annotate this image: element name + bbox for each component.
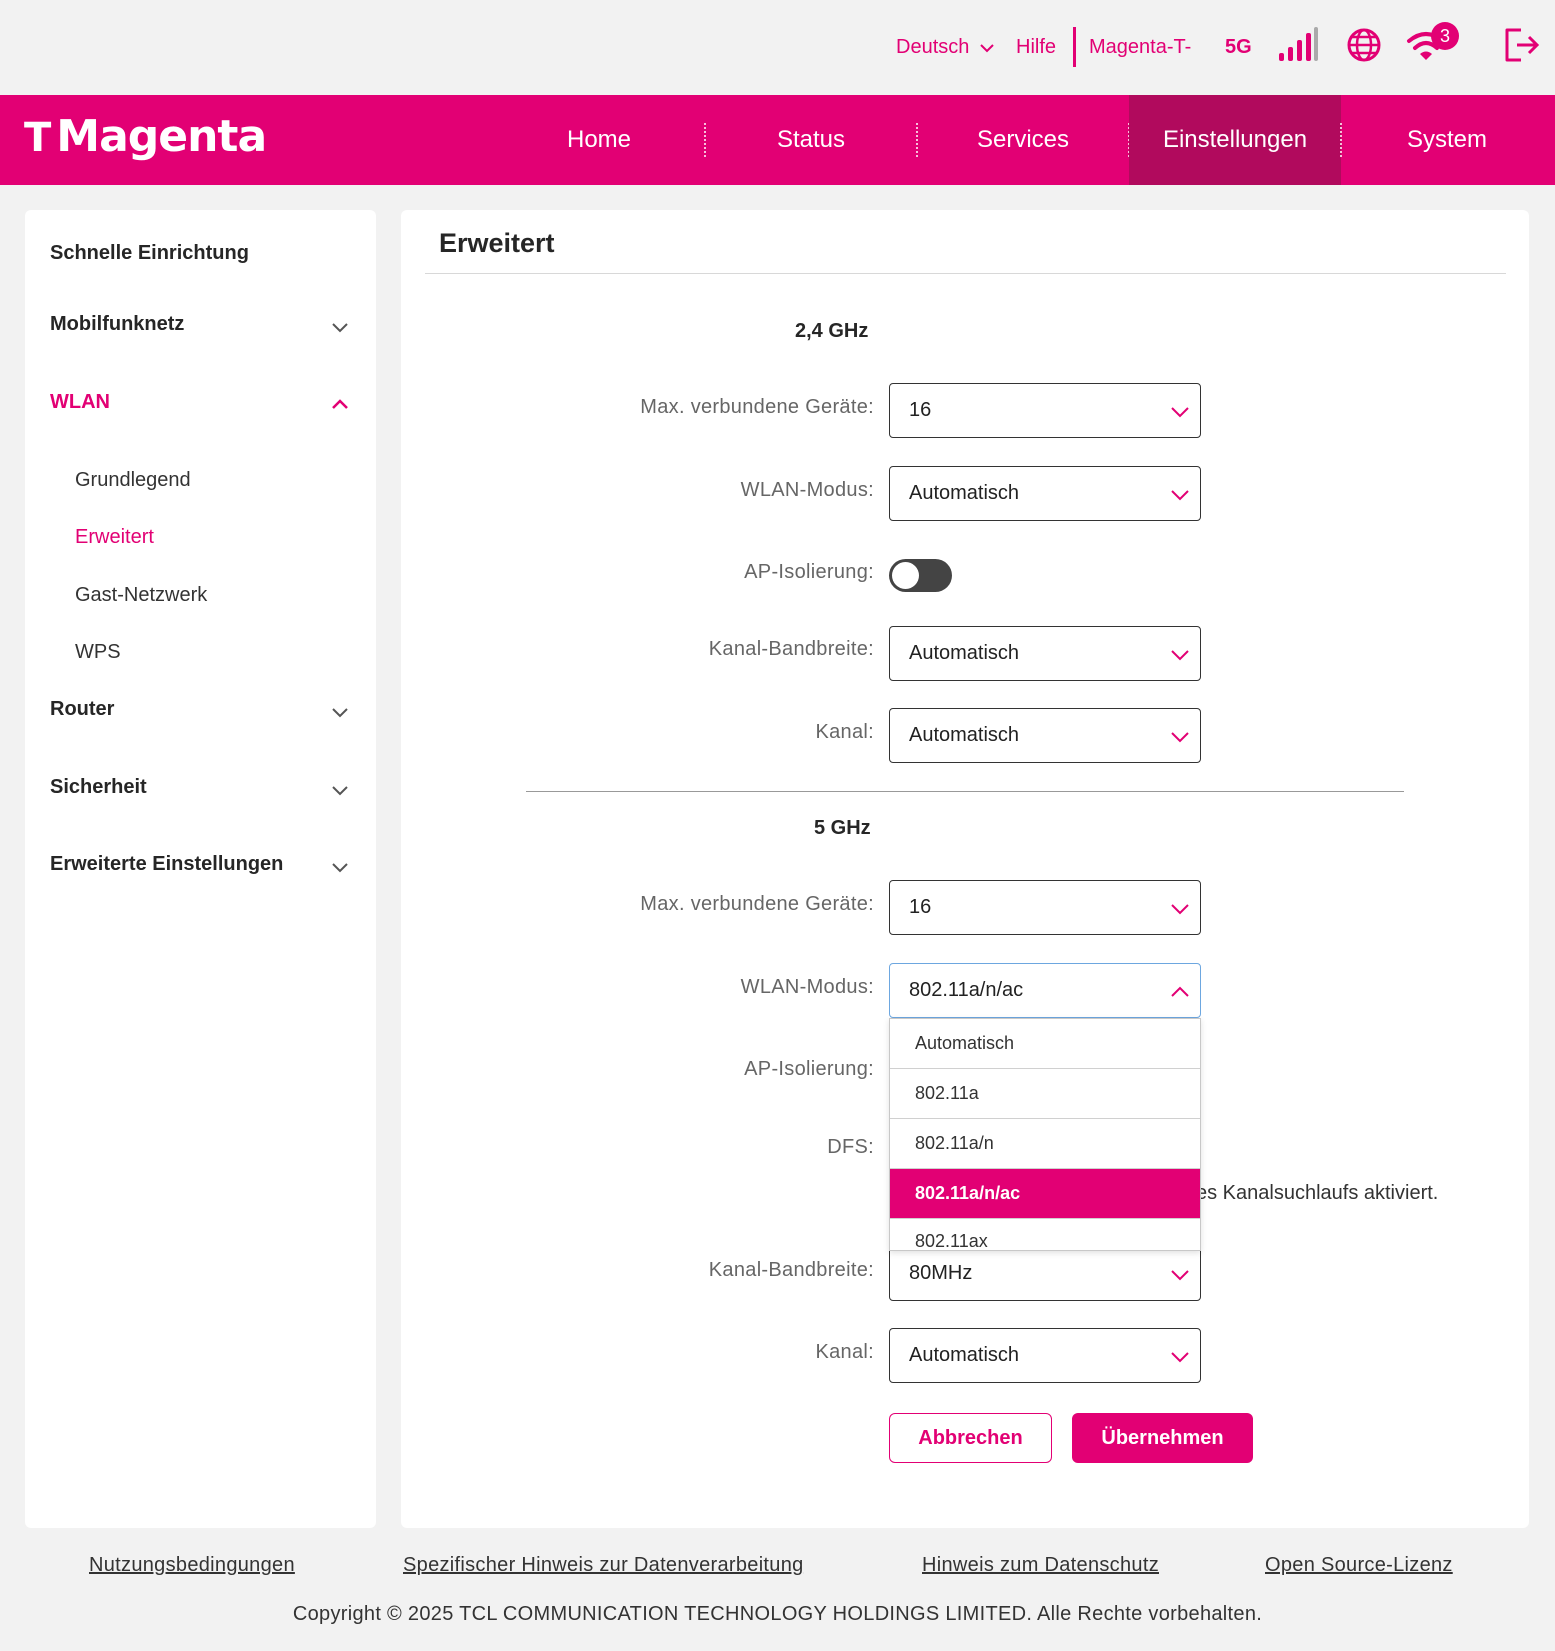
sidebar-item-security[interactable]: Sicherheit [50,776,147,799]
chevron-down-icon[interactable] [330,780,350,800]
label-channel-24: Kanal: [815,721,874,743]
nav-status[interactable]: Status [705,95,917,185]
sidebar-item-advanced-settings[interactable]: Erweiterte Einstellungen [50,853,283,876]
dropdown-option[interactable]: Automatisch [890,1019,1200,1069]
section-divider [526,791,1404,792]
label-max-devices-5: Max. verbundene Geräte: [640,893,874,915]
select-value: 802.11a/n/ac [909,979,1024,1001]
topbar-divider [1073,27,1076,67]
select-bandwidth-24[interactable]: Automatisch [889,626,1201,681]
footer-link-data-processing[interactable]: Spezifischer Hinweis zur Datenverarbeitu… [403,1554,804,1577]
top-bar: Deutsch Hilfe Magenta-T- 5G 3 [0,0,1555,95]
label-bandwidth-5: Kanal-Bandbreite: [708,1259,874,1281]
main-header: T Magenta Home Status Services Einstellun… [0,95,1555,185]
section-title-24ghz: 2,4 GHz [795,320,869,342]
chevron-down-icon[interactable] [330,857,350,877]
sidebar-item-wlan[interactable]: WLAN [50,391,110,414]
dropdown-option[interactable]: 802.11ax [890,1219,1200,1250]
select-value: Automatisch [909,724,1020,746]
select-wlan-mode-24[interactable]: Automatisch [889,466,1201,521]
dfs-description: es Kanalsuchlaufs aktiviert. [1196,1182,1439,1204]
chevron-down-icon [1171,407,1189,418]
copyright: Copyright © 2025 TCL COMMUNICATION TECHN… [292,1603,1263,1625]
select-value: Automatisch [909,482,1020,504]
chevron-down-icon [1171,490,1189,501]
sidebar-sub-basic[interactable]: Grundlegend [75,469,191,492]
label-ap-isolation-5: AP-Isolierung: [744,1058,874,1080]
chevron-down-icon [1171,1270,1189,1281]
dropdown-option[interactable]: 802.11a/n [890,1119,1200,1169]
nav-einstellungen[interactable]: Einstellungen [1129,95,1341,185]
label-max-devices-24: Max. verbundene Geräte: [640,396,874,418]
footer-link-terms[interactable]: Nutzungsbedingungen [89,1554,295,1577]
chevron-up-icon [1171,986,1189,997]
dropdown-option-selected[interactable]: 802.11a/n/ac [890,1169,1200,1219]
dropdown-option[interactable]: 802.11a [890,1069,1200,1119]
select-value: 16 [909,896,932,918]
chevron-down-icon [1171,904,1189,915]
label-ap-isolation-24: AP-Isolierung: [744,561,874,583]
wlan-mode-dropdown: Automatisch 802.11a 802.11a/n 802.11a/n/… [889,1018,1201,1251]
language-label: Deutsch [896,36,970,58]
sidebar-item-quick-setup[interactable]: Schnelle Einrichtung [50,242,249,265]
nav-system[interactable]: System [1341,95,1553,185]
select-channel-5[interactable]: Automatisch [889,1328,1201,1383]
label-wlan-mode-5: WLAN-Modus: [740,976,874,998]
label-dfs-5: DFS: [827,1136,874,1158]
sidebar: Schnelle Einrichtung Mobilfunknetz WLAN … [25,210,376,1528]
sidebar-sub-guest[interactable]: Gast-Netzwerk [75,584,207,607]
chevron-down-icon[interactable] [330,702,350,722]
nav-home[interactable]: Home [493,95,705,185]
page-title: Erweitert [439,228,555,258]
settings-panel: Erweitert 2,4 GHz Max. verbundene Geräte… [401,210,1529,1528]
sidebar-sub-advanced[interactable]: Erweitert [75,526,154,549]
select-bandwidth-5[interactable]: 80MHz [889,1246,1201,1301]
sidebar-sub-wps[interactable]: WPS [75,641,121,664]
apply-button[interactable]: Übernehmen [1072,1413,1253,1463]
language-select[interactable]: Deutsch [896,36,995,59]
select-channel-24[interactable]: Automatisch [889,708,1201,763]
signal-bars-icon [1279,27,1318,61]
select-value: Automatisch [909,642,1020,664]
network-name: Magenta-T- [1089,36,1192,58]
chevron-down-icon [980,44,994,53]
chevron-down-icon [1171,650,1189,661]
footer-link-privacy[interactable]: Hinweis zum Datenschutz [922,1554,1159,1577]
select-max-devices-5[interactable]: 16 [889,880,1201,935]
wifi-clients[interactable]: 3 [1406,22,1464,64]
nav-services[interactable]: Services [917,95,1129,185]
select-max-devices-24[interactable]: 16 [889,383,1201,438]
title-divider [425,273,1506,274]
wifi-clients-badge: 3 [1431,22,1459,50]
logout-icon[interactable] [1503,27,1541,63]
select-value: 80MHz [909,1262,973,1284]
label-channel-5: Kanal: [815,1341,874,1363]
chevron-up-icon[interactable] [330,394,350,414]
chevron-down-icon [1171,732,1189,743]
select-wlan-mode-5[interactable]: 802.11a/n/ac [889,963,1201,1018]
label-bandwidth-24: Kanal-Bandbreite: [708,638,874,660]
help-link[interactable]: Hilfe [1016,36,1056,59]
label-wlan-mode-24: WLAN-Modus: [740,479,874,501]
globe-icon[interactable] [1346,27,1382,63]
section-title-5ghz: 5 GHz [814,817,871,839]
logo-mark: T [24,115,51,161]
network-type: 5G [1225,36,1252,58]
toggle-knob [892,562,919,589]
chevron-down-icon [1171,1352,1189,1363]
chevron-down-icon[interactable] [330,317,350,337]
select-value: 16 [909,399,932,421]
cancel-button[interactable]: Abbrechen [889,1413,1052,1463]
toggle-ap-isolation-24[interactable] [889,559,952,592]
magenta-logo[interactable]: T Magenta [24,111,267,162]
select-value: Automatisch [909,1344,1020,1366]
sidebar-item-mobile[interactable]: Mobilfunknetz [50,313,184,336]
sidebar-item-router[interactable]: Router [50,698,114,721]
logo-text: Magenta [56,111,267,162]
footer-link-open-source[interactable]: Open Source-Lizenz [1265,1554,1453,1577]
